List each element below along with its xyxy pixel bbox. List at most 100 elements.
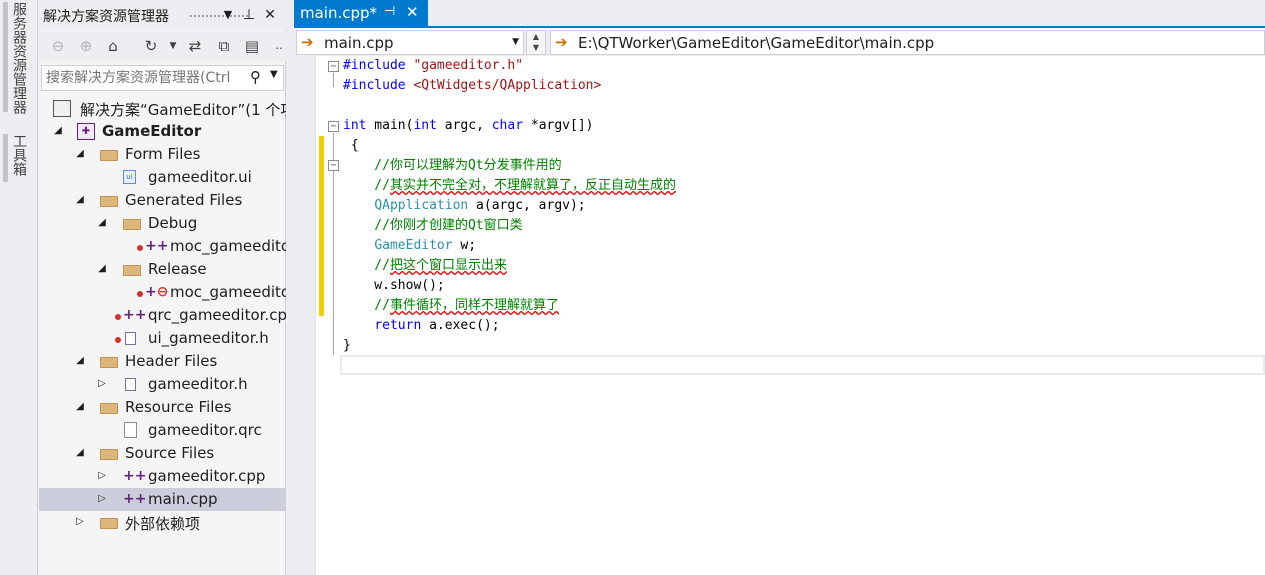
tree-item-label: 外部依赖项 [125,515,201,533]
expand-arrow-icon[interactable]: ◢ [74,146,86,162]
editor-gutter [294,56,316,575]
tree-item-release[interactable]: ◢ Release [39,258,286,281]
folder-icon [100,357,118,368]
folder-icon [123,219,141,230]
document-tab-bar: main.cpp* ⊣ ✕ [294,0,1265,28]
search-icon[interactable]: ⚲ [250,68,261,86]
show-all-files-icon[interactable]: ▤ [241,35,263,57]
expand-arrow-icon[interactable]: ◢ [96,215,108,231]
code-line: //你刚才创建的Qt窗口类 [343,218,523,233]
tree-item-header-files[interactable]: ◢ Header Files [39,350,286,373]
sync-icon[interactable]: ⇄ [184,35,206,57]
tree-item-ui-gameeditor-h[interactable]: ui_gameeditor.h [39,327,286,350]
cpp-file-icon: ++ [145,238,169,254]
change-marker [319,136,324,316]
split-stepper[interactable]: ▲ ▼ [526,30,546,55]
tree-item-resource-files[interactable]: ◢ Resource Files [39,396,286,419]
toolbox-tab[interactable]: 工具箱 [9,134,27,176]
expand-arrow-icon[interactable]: ◢ [74,353,86,369]
back-icon[interactable]: ⊖ [47,35,69,57]
explorer-toolbar: ⊖ ⊕ ⌂ ↻ ▼ ⇄ ⧉ ▤ ‥ [39,31,286,61]
collapse-arrow-icon[interactable]: ▷ [96,376,108,392]
explorer-title-bar: 解决方案资源管理器 ▼ ⊥ ✕ [39,0,286,30]
server-explorer-tab[interactable]: 服务器资源管理器 [9,2,27,114]
tree-item-generated-files[interactable]: ◢ Generated Files [39,189,286,212]
expand-arrow-icon[interactable]: ◢ [74,192,86,208]
tree-item-moc-debug[interactable]: ++ moc_gameedito [39,235,286,258]
path-dropdown[interactable]: ➔ E:\QTWorker\GameEditor\GameEditor\main… [550,30,1265,55]
history-dropdown-icon[interactable]: ▼ [162,35,184,57]
close-tab-icon[interactable]: ✕ [406,3,419,21]
more-tools-icon[interactable]: ‥ [268,35,290,57]
cpp-file-icon: ++ [123,468,147,484]
tree-item-form-files[interactable]: ◢ Form Files [39,143,286,166]
tree-item-project-gameeditor[interactable]: ◢ ✚ GameEditor [39,120,286,143]
tab-main-cpp[interactable]: main.cpp* ⊣ ✕ [294,0,428,26]
auto-hide-pin-button[interactable]: ⊥ [240,5,258,25]
solution-icon [53,100,71,117]
tree-item-label: moc_gameedito [170,237,286,255]
collapse-all-icon[interactable]: ⧉ [213,35,235,57]
tree-item-gameeditor-ui[interactable]: ui gameeditor.ui [39,166,286,189]
tree-item-source-files[interactable]: ◢ Source Files [39,442,286,465]
fold-collapse-icon[interactable]: − [328,121,339,132]
explorer-search-box[interactable]: ⚲ ▼ [41,65,284,91]
collapse-arrow-icon[interactable]: ▷ [74,514,86,530]
forward-icon[interactable]: ⊕ [75,35,97,57]
fold-collapse-icon[interactable]: − [328,61,339,72]
code-text-area[interactable]: − − − #include "gameeditor.h" #include <… [316,56,1265,575]
tab-label: main.cpp* [300,4,378,22]
tree-item-external-dependencies[interactable]: ▷ 外部依赖项 [39,511,286,534]
history-icon[interactable]: ↻ [140,35,162,57]
code-line: w.show(); [343,278,445,293]
expand-arrow-icon[interactable]: ◢ [74,445,86,461]
code-line: GameEditor w; [374,238,477,253]
code-line: QApplication a(argc, argv); [374,198,586,213]
tree-item-label: Source Files [125,444,215,462]
home-icon[interactable]: ⌂ [102,35,124,57]
tree-item-label: Generated Files [125,191,243,209]
server-explorer-tab-bar [3,2,8,112]
tree-item-label: 解决方案“GameEditor”(1 个项 [80,101,286,119]
tree-item-label: Form Files [125,145,201,163]
tree-item-qrc-gameeditor-cpp[interactable]: ++ qrc_gameeditor.cp [39,304,286,327]
path-dropdown-value: E:\QTWorker\GameEditor\GameEditor\main.c… [578,34,935,52]
solution-tree: 解决方案“GameEditor”(1 个项 ◢ ✚ GameEditor ◢ F… [39,97,286,537]
arrow-right-icon: ➔ [555,33,568,51]
collapse-arrow-icon[interactable]: ▷ [96,491,108,507]
code-line: } [343,338,351,353]
cpp-file-icon: ++ [123,491,147,507]
window-position-dropdown[interactable]: ▼ [219,5,237,25]
tree-item-gameeditor-qrc[interactable]: gameeditor.qrc [39,419,286,442]
tree-item-gameeditor-cpp[interactable]: ▷ ++ gameeditor.cpp [39,465,286,488]
chevron-down-icon: ▼ [512,37,519,47]
not-in-source-control-icon [115,314,121,320]
tree-item-label: GameEditor [102,122,202,140]
tree-item-debug[interactable]: ◢ Debug [39,212,286,235]
tree-item-label: moc_gameedito [170,283,286,301]
collapse-arrow-icon[interactable]: ▷ [96,468,108,484]
expand-arrow-icon[interactable]: ◢ [74,399,86,415]
code-editor: main.cpp* ⊣ ✕ ➔ main.cpp ▼ ▲ ▼ ➔ E:\QTWor… [294,0,1265,575]
folder-icon [123,265,141,276]
qrc-file-icon [124,422,137,438]
search-input[interactable] [42,66,242,90]
code-line: return a.exec(); [374,318,500,333]
folder-icon [100,150,118,161]
code-line: //其实并不完全对，不理解就算了，反正自动生成的 [343,178,676,193]
tree-item-main-cpp[interactable]: ▷ ++ main.cpp [39,488,286,511]
tree-item-label: gameeditor.h [148,375,248,393]
code-line: { [343,138,359,153]
pin-tab-icon[interactable]: ⊣ [384,4,395,19]
expand-arrow-icon[interactable]: ◢ [96,261,108,277]
fold-collapse-icon[interactable]: − [328,160,339,171]
folder-icon [100,196,118,207]
tree-item-gameeditor-h[interactable]: ▷ gameeditor.h [39,373,286,396]
tree-item-label: gameeditor.qrc [148,421,262,439]
search-options-dropdown-icon[interactable]: ▼ [270,69,278,80]
file-dropdown[interactable]: ➔ main.cpp ▼ [296,30,524,55]
tree-item-solution[interactable]: 解决方案“GameEditor”(1 个项 [39,97,286,120]
close-explorer-button[interactable]: ✕ [261,5,279,25]
tree-item-moc-release[interactable]: +⊖ moc_gameedito [39,281,286,304]
expand-arrow-icon[interactable]: ◢ [52,123,64,139]
